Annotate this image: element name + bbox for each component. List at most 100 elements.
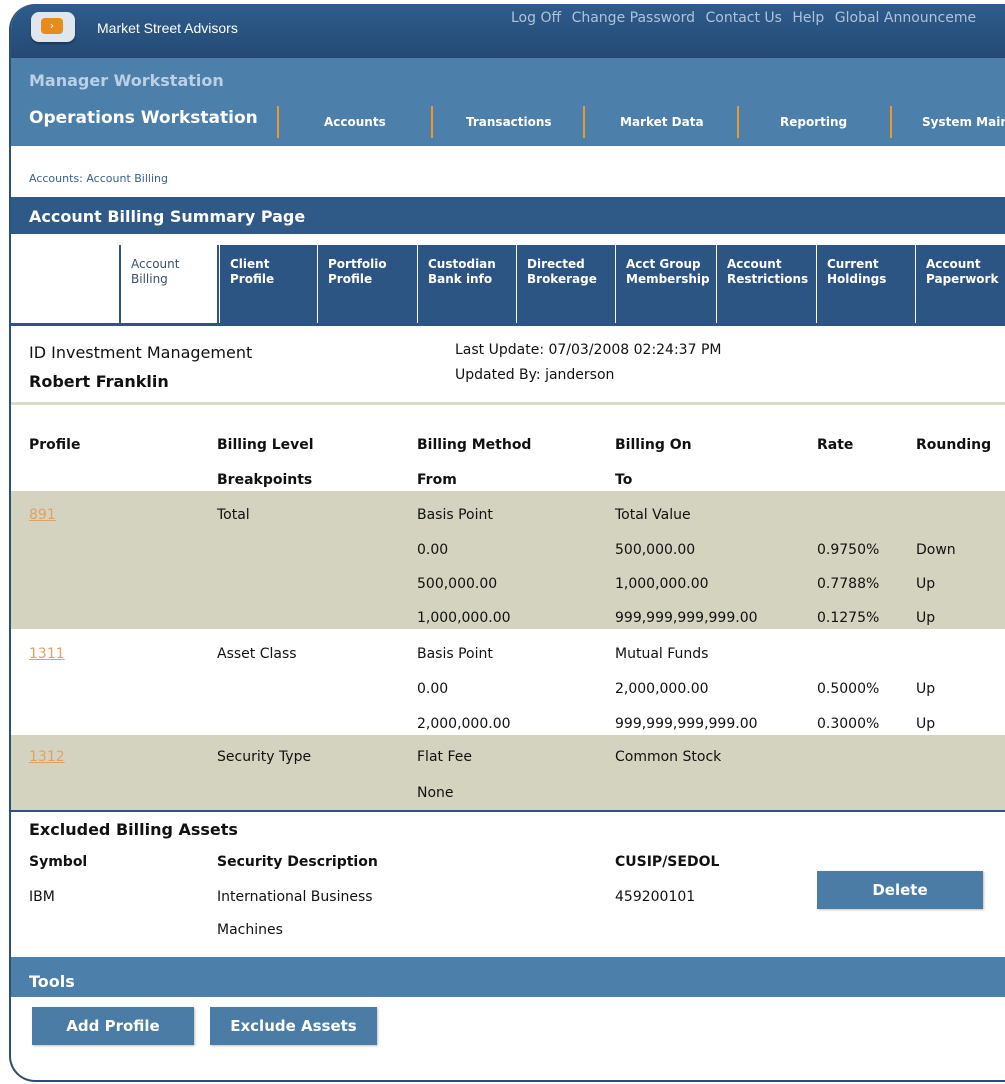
asset-description: International Business <box>217 889 373 905</box>
billing-on: Total Value <box>615 507 691 523</box>
col-header-breakpoints: Breakpoints <box>217 472 313 488</box>
tab-label: Current <box>827 257 879 271</box>
billing-level: Security Type <box>217 749 312 765</box>
nav-reporting[interactable]: Reporting <box>780 115 847 129</box>
col-header-rate: Rate <box>817 437 854 453</box>
last-update: Last Update: 07/03/2008 02:24:37 PM <box>455 342 722 358</box>
change-password-link[interactable]: Change Password <box>572 10 695 26</box>
client-name: Robert Franklin <box>29 372 169 391</box>
delete-button[interactable]: Delete <box>817 871 983 909</box>
tab-label: Restrictions <box>727 272 809 286</box>
tab-account-restrictions[interactable]: Account Restrictions <box>716 245 816 325</box>
col-header-billing-method: Billing Method <box>417 437 532 453</box>
nav-separator <box>583 106 585 138</box>
tab-portfolio-profile[interactable]: Portfolio Profile <box>317 245 417 325</box>
brand-name: Market Street Advisors <box>97 20 238 36</box>
breakpoint-to: 999,999,999,999.00 <box>615 716 758 732</box>
tab-label: Billing <box>131 272 168 286</box>
tab-client-profile[interactable]: Client Profile <box>219 245 317 325</box>
divider <box>11 810 1005 812</box>
tab-directed-brokerage[interactable]: Directed Brokerage <box>516 245 615 325</box>
billing-method: Basis Point <box>417 507 493 523</box>
updated-by: Updated By: janderson <box>455 367 615 383</box>
help-link[interactable]: Help <box>792 10 824 26</box>
col-header-cusip: CUSIP/SEDOL <box>615 854 720 870</box>
tab-label: Brokerage <box>527 272 597 286</box>
tab-label: Account <box>131 257 180 271</box>
tab-label: Custodian <box>428 257 496 271</box>
nav-transactions[interactable]: Transactions <box>466 115 552 129</box>
nav-system-maint[interactable]: System Maint <box>922 115 1005 129</box>
tools-bar: Tools <box>11 957 1005 997</box>
tab-account-billing[interactable]: Account Billing <box>119 245 219 325</box>
breakpoint-to: 500,000.00 <box>615 542 696 558</box>
profile-link-1311[interactable]: 1311 <box>29 646 65 662</box>
table-row: 1311 <box>29 646 65 662</box>
tab-label: Acct Group <box>626 257 701 271</box>
tab-acct-group-membership[interactable]: Acct Group Membership <box>615 245 716 325</box>
tab-label: Account <box>926 257 981 271</box>
billing-level: Asset Class <box>217 646 297 662</box>
tab-label: Profile <box>328 272 373 286</box>
breadcrumb[interactable]: Accounts: Account Billing <box>29 172 168 185</box>
rate: 0.7788% <box>817 576 880 592</box>
col-header-profile: Profile <box>29 437 81 453</box>
col-header-billing-on: Billing On <box>615 437 692 453</box>
nav-accounts[interactable]: Accounts <box>324 115 386 129</box>
rounding: Up <box>916 576 936 592</box>
nav-market-data[interactable]: Market Data <box>620 115 704 129</box>
rounding: Up <box>916 716 936 732</box>
manager-workstation-link[interactable]: Manager Workstation <box>29 71 224 90</box>
tab-label: Client <box>230 257 270 271</box>
table-row: 1312 <box>29 749 65 765</box>
excluded-assets-title: Excluded Billing Assets <box>29 820 238 839</box>
billing-level: Total <box>217 507 250 523</box>
asset-cusip: 459200101 <box>615 889 696 905</box>
breakpoint-from: 2,000,000.00 <box>417 716 511 732</box>
nav-bar: Manager Workstation Operations Workstati… <box>11 58 1005 146</box>
table-row-band <box>11 491 1005 629</box>
tab-strip: Account Billing Client Profile Portfolio Pr… <box>11 245 1005 327</box>
tab-strip-underline <box>11 323 1005 326</box>
breakpoint-from: 0.00 <box>417 681 449 697</box>
col-header-from: From <box>417 472 457 488</box>
logoff-link[interactable]: Log Off <box>511 10 561 26</box>
nav-separator <box>890 106 892 138</box>
billing-method: Basis Point <box>417 646 493 662</box>
billing-on: Common Stock <box>615 749 722 765</box>
exclude-assets-button[interactable]: Exclude Assets <box>210 1007 377 1045</box>
tab-current-holdings[interactable]: Current Holdings <box>816 245 915 325</box>
table-row: 891 <box>29 507 56 523</box>
asset-symbol: IBM <box>29 889 55 905</box>
add-profile-button[interactable]: Add Profile <box>32 1007 194 1045</box>
breakpoint-to: 999,999,999,999.00 <box>615 610 758 626</box>
contact-us-link[interactable]: Contact Us <box>705 10 781 26</box>
rate: 0.3000% <box>817 716 880 732</box>
col-header-symbol: Symbol <box>29 854 88 870</box>
nav-separator <box>431 106 433 138</box>
rounding: Up <box>916 681 936 697</box>
tools-title: Tools <box>29 972 75 991</box>
operations-workstation-title[interactable]: Operations Workstation <box>29 108 258 128</box>
divider <box>11 402 1005 405</box>
page-title: Account Billing Summary Page <box>29 207 306 226</box>
global-announcements-link[interactable]: Global Announceme <box>835 10 976 26</box>
billing-on: Mutual Funds <box>615 646 709 662</box>
firm-name: ID Investment Management <box>29 343 253 362</box>
page-title-bar: Account Billing Summary Page <box>11 197 1005 234</box>
rate: 0.5000% <box>817 681 880 697</box>
breakpoint-from: 0.00 <box>417 542 449 558</box>
rounding: Up <box>916 610 936 626</box>
tab-label: Membership <box>626 272 710 286</box>
chevron-right-icon: › <box>41 18 63 34</box>
tab-account-paperwork[interactable]: Account Paperwork <box>915 245 1005 325</box>
rate: 0.1275% <box>817 610 880 626</box>
tab-custodian-bank-info[interactable]: Custodian Bank info <box>417 245 516 325</box>
tab-label: Holdings <box>827 272 887 286</box>
profile-link-891[interactable]: 891 <box>29 507 56 523</box>
nav-separator <box>277 106 279 138</box>
col-header-rounding: Rounding <box>916 437 992 453</box>
col-header-billing-level: Billing Level <box>217 437 314 453</box>
profile-link-1312[interactable]: 1312 <box>29 749 65 765</box>
billing-method-extra: None <box>417 785 454 801</box>
